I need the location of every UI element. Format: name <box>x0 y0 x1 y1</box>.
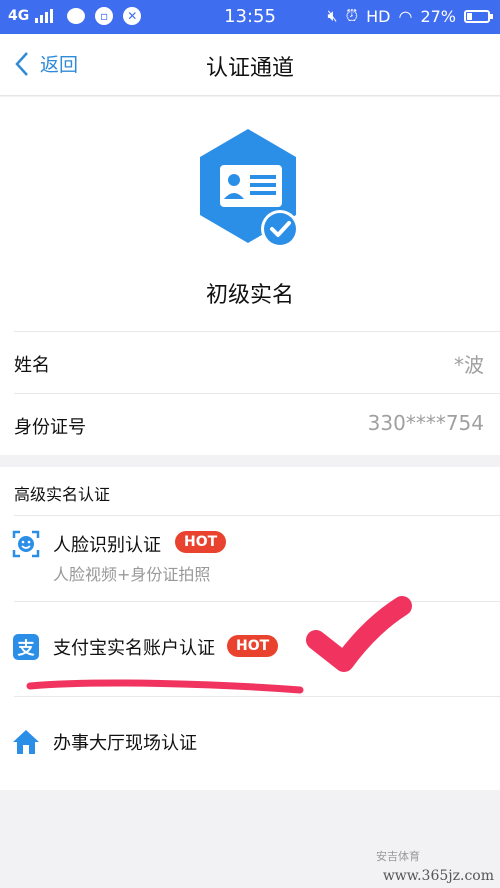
face-verification-label: 人脸识别认证 <box>53 535 161 556</box>
id-number-label: 身份证号 <box>14 417 86 438</box>
alipay-icon: 支 <box>13 634 39 660</box>
hd-label: HD <box>366 6 391 26</box>
battery-icon <box>464 9 493 23</box>
info-row-id-number: 身份证号 330****754 <box>0 393 500 455</box>
name-value: *波 <box>454 353 484 377</box>
service-hall-verification-label: 办事大厅现场认证 <box>53 733 197 754</box>
status-right: 🔇︎ ⏰︎ HD ◠ 27% <box>327 6 493 26</box>
alipay-verification-option[interactable]: 支 支付宝实名账户认证 HOT <box>0 601 500 696</box>
home-icon <box>13 730 39 754</box>
face-recognition-icon <box>12 530 40 558</box>
face-verification-subtitle: 人脸视频+身份证拍照 <box>53 565 211 584</box>
back-button[interactable]: 返回 <box>14 50 78 77</box>
id-card-verified-icon <box>200 129 299 248</box>
wifi-icon: ◠ <box>398 6 413 26</box>
status-bar: 4G ▫ ✕ 13:55 🔇︎ ⏰︎ HD ◠ 27% <box>0 0 500 34</box>
watermark-url: www.365jz.com <box>382 868 494 884</box>
empty-area: 安吉体育 www.365jz.com <box>0 790 500 888</box>
svg-text:支: 支 <box>18 638 36 659</box>
id-number-value: 330****754 <box>367 411 484 435</box>
hot-badge: HOT <box>227 635 279 657</box>
service-hall-verification-option[interactable]: 办事大厅现场认证 <box>0 696 500 790</box>
chevron-left-icon <box>15 51 28 76</box>
watermark-source: 安吉体育 <box>376 850 420 863</box>
verification-level-label: 初级实名 <box>205 283 294 308</box>
battery-percent: 27% <box>420 6 456 26</box>
back-label: 返回 <box>40 54 79 76</box>
section-title: 高级实名认证 <box>14 485 111 504</box>
hot-badge: HOT <box>175 531 227 553</box>
verification-level-card: 初级实名 <box>0 97 500 331</box>
alipay-verification-label: 支付宝实名账户认证 <box>53 638 215 659</box>
navigation-bar: 返回 认证通道 <box>0 34 500 96</box>
mute-icon: 🔇︎ <box>327 6 338 25</box>
alarm-icon: ⏰︎ <box>345 6 359 25</box>
advanced-verification-heading: 高级实名认证 <box>0 467 500 515</box>
info-row-name: 姓名 *波 <box>0 331 500 393</box>
name-label: 姓名 <box>14 355 50 376</box>
face-verification-option[interactable]: 人脸识别认证 HOT 人脸视频+身份证拍照 <box>0 515 500 601</box>
